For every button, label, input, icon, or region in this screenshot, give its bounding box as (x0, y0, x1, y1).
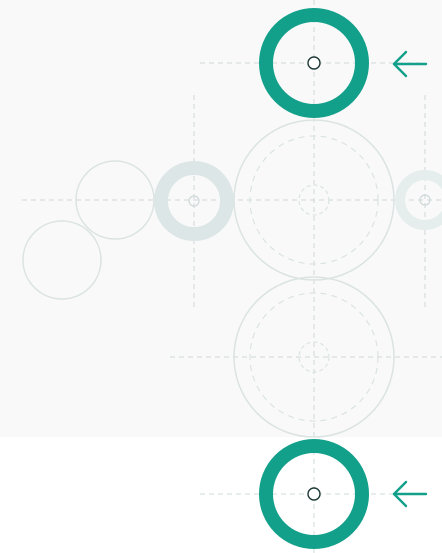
accent-ring-bottom-hub (307, 487, 321, 501)
accent-ring-top-hub (307, 56, 321, 70)
top-arrow-button[interactable] (390, 46, 430, 82)
gear-diagram-canvas (0, 0, 442, 553)
gear-diagram (22, 0, 442, 553)
bottom-arrow-button[interactable] (390, 476, 430, 512)
outline-circle-left-lower (22, 220, 102, 300)
arrow-left-icon (392, 480, 428, 508)
arrow-left-icon (392, 50, 428, 78)
guide-lines (22, 0, 442, 553)
